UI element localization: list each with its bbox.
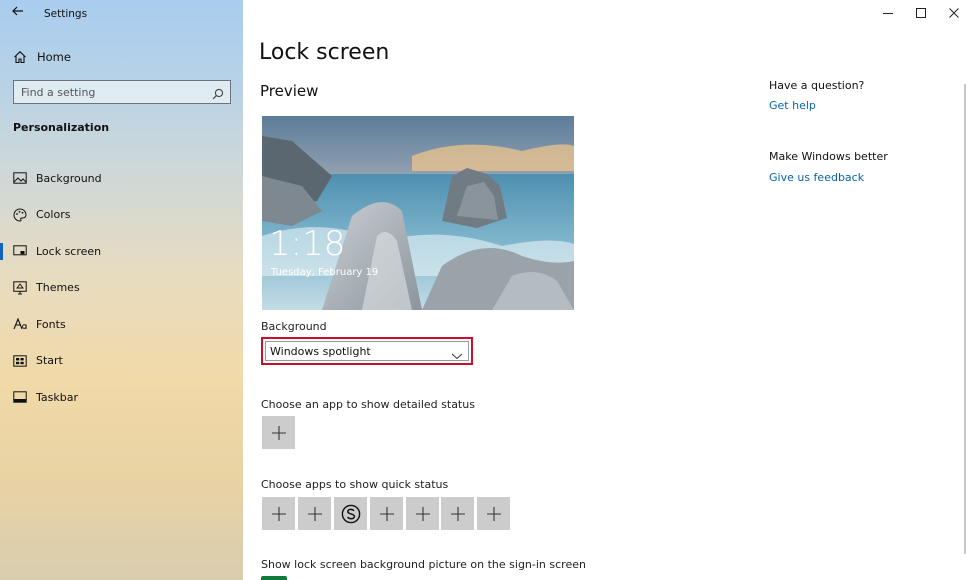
sidebar-item-label: Background bbox=[36, 171, 102, 185]
scrollbar[interactable] bbox=[964, 84, 966, 554]
sidebar-item-label: Themes bbox=[36, 281, 80, 295]
main-content: Lock screen Preview 1:18 Tuesday, Februa… bbox=[243, 0, 970, 580]
signin-background-toggle[interactable] bbox=[261, 576, 287, 580]
signin-background-heading: Show lock screen background picture on t… bbox=[261, 558, 586, 571]
preview-clock: 1:18 bbox=[269, 224, 346, 264]
picture-icon bbox=[12, 170, 28, 186]
home-nav-item[interactable]: Home bbox=[12, 48, 71, 66]
palette-icon bbox=[12, 207, 28, 223]
maximize-icon bbox=[916, 8, 926, 18]
plus-icon bbox=[307, 506, 322, 521]
sidebar-item-fonts[interactable]: Fonts bbox=[0, 306, 243, 343]
detailed-status-add-button[interactable] bbox=[262, 416, 295, 449]
lock-screen-preview: 1:18 Tuesday, February 19 bbox=[262, 116, 574, 310]
search-icon[interactable] bbox=[212, 85, 224, 100]
sidebar-item-lock-screen[interactable]: Lock screen bbox=[0, 233, 243, 270]
question-heading: Have a question? bbox=[769, 79, 865, 92]
background-dropdown-value: Windows spotlight bbox=[270, 344, 371, 358]
plus-icon bbox=[271, 425, 286, 440]
plus-icon bbox=[486, 506, 501, 521]
sidebar-item-start[interactable]: Start bbox=[0, 343, 243, 380]
sidebar: Settings Home Personalization Background… bbox=[0, 0, 243, 580]
search-box[interactable] bbox=[13, 80, 231, 104]
sidebar-item-label: Colors bbox=[36, 208, 71, 222]
sidebar-item-themes[interactable]: Themes bbox=[0, 270, 243, 307]
section-heading: Personalization bbox=[13, 121, 110, 134]
sidebar-item-label: Lock screen bbox=[36, 244, 102, 258]
quick-status-add-button[interactable] bbox=[262, 497, 295, 530]
background-label: Background bbox=[261, 320, 327, 333]
quick-status-add-button[interactable] bbox=[370, 497, 403, 530]
fonts-icon bbox=[12, 316, 28, 332]
plus-icon bbox=[415, 506, 430, 521]
quick-status-add-button[interactable] bbox=[477, 497, 510, 530]
page-title: Lock screen bbox=[259, 40, 390, 65]
minimize-icon bbox=[883, 13, 893, 14]
home-label: Home bbox=[37, 50, 71, 64]
preview-date: Tuesday, February 19 bbox=[271, 267, 379, 278]
detailed-status-heading: Choose an app to show detailed status bbox=[261, 398, 475, 411]
app-title: Settings bbox=[44, 8, 88, 20]
home-icon bbox=[12, 49, 28, 65]
themes-icon bbox=[12, 280, 28, 296]
give-feedback-link[interactable]: Give us feedback bbox=[769, 171, 864, 184]
quick-status-add-button[interactable] bbox=[441, 497, 474, 530]
quick-status-heading: Choose apps to show quick status bbox=[261, 478, 449, 491]
back-arrow-icon bbox=[12, 6, 23, 16]
skype-icon bbox=[341, 504, 360, 523]
quick-status-add-button[interactable] bbox=[298, 497, 331, 530]
plus-icon bbox=[271, 506, 286, 521]
search-input[interactable] bbox=[21, 85, 201, 99]
sidebar-item-label: Start bbox=[36, 354, 63, 368]
sidebar-nav: Background Colors Lock screen Themes Fon… bbox=[0, 160, 243, 416]
preview-landscape-image bbox=[262, 116, 574, 310]
plus-icon bbox=[379, 506, 394, 521]
chevron-down-icon bbox=[451, 346, 463, 360]
maximize-button[interactable] bbox=[905, 0, 937, 26]
sidebar-item-colors[interactable]: Colors bbox=[0, 197, 243, 234]
sidebar-item-background[interactable]: Background bbox=[0, 160, 243, 197]
back-button[interactable] bbox=[8, 4, 28, 22]
close-button[interactable] bbox=[938, 0, 970, 26]
preview-heading: Preview bbox=[260, 82, 319, 100]
close-icon bbox=[949, 8, 959, 18]
title-bar: Settings bbox=[0, 0, 243, 28]
get-help-link[interactable]: Get help bbox=[769, 99, 816, 112]
lock-screen-icon bbox=[12, 243, 28, 259]
sidebar-item-taskbar[interactable]: Taskbar bbox=[0, 379, 243, 416]
background-dropdown[interactable]: Windows spotlight bbox=[261, 337, 473, 365]
minimize-button[interactable] bbox=[872, 0, 904, 26]
sidebar-item-label: Fonts bbox=[36, 317, 66, 331]
plus-icon bbox=[450, 506, 465, 521]
quick-status-skype-button[interactable] bbox=[334, 497, 367, 530]
start-icon bbox=[12, 353, 28, 369]
taskbar-icon bbox=[12, 389, 28, 405]
sidebar-item-label: Taskbar bbox=[36, 390, 78, 404]
quick-status-add-button[interactable] bbox=[406, 497, 439, 530]
make-windows-better-heading: Make Windows better bbox=[769, 150, 888, 163]
